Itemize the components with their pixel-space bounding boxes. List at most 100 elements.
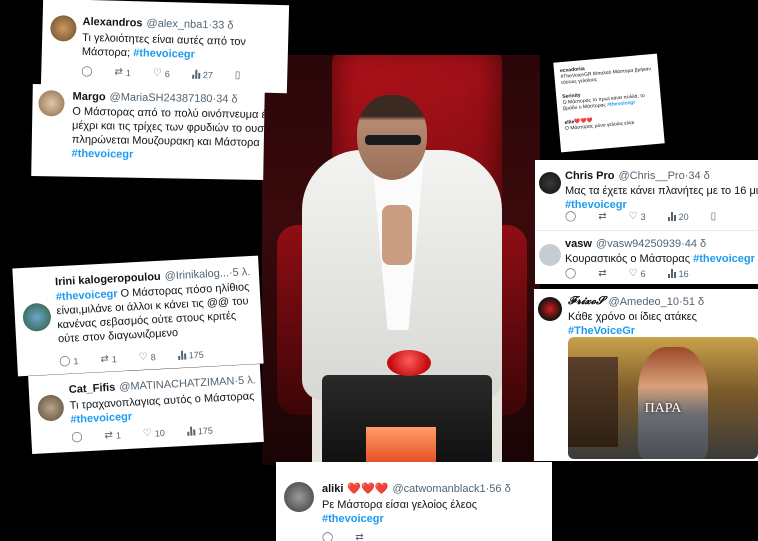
mini-screenshot: ecxadoriia #TheVoiceGR Μπαλαό Μάστορα βρ… bbox=[553, 53, 665, 153]
author-name[interactable]: Margo bbox=[73, 91, 106, 104]
timestamp[interactable]: 5 λ. bbox=[232, 266, 250, 279]
sunglasses bbox=[365, 135, 421, 145]
author-handle[interactable]: @Chris__Pro bbox=[619, 170, 685, 182]
author-name[interactable]: Chris Pro bbox=[565, 170, 615, 182]
avatar bbox=[50, 14, 77, 42]
tweet-text: Ρε Μάστορα είσαι γελοίος έλεος bbox=[322, 499, 478, 511]
author-handle[interactable]: @MariaSH24387180 bbox=[109, 91, 212, 105]
tweet-panel: Chris Pro @Chris__Pro · 34 δ Μας τα έχετε… bbox=[535, 160, 758, 284]
repost-button[interactable]: ⇄ 1 bbox=[104, 429, 121, 441]
tweet-text: Ο Μάστορας από το πολύ οινόπνευμα έχει κ… bbox=[71, 105, 265, 149]
views-button[interactable]: 16 bbox=[667, 269, 689, 279]
heart-icon: ♡ bbox=[142, 427, 153, 440]
repost-button[interactable]: ⇄ bbox=[598, 211, 606, 222]
repost-button[interactable]: ⇄ bbox=[355, 532, 363, 541]
views-button[interactable]: 175 bbox=[186, 425, 213, 436]
timestamp[interactable]: 44 δ bbox=[685, 238, 706, 250]
avatar bbox=[38, 90, 65, 117]
like-button[interactable]: ♡ 3 bbox=[629, 211, 646, 222]
timestamp[interactable]: 51 δ bbox=[683, 296, 704, 308]
author-handle[interactable]: @alex_nba1 bbox=[146, 18, 208, 32]
reply-button[interactable]: ◯ 1 bbox=[58, 355, 79, 368]
hashtag[interactable]: #thevoicegr bbox=[693, 253, 755, 265]
tweet-card[interactable]: vasw @vasw94250939 · 44 δ Κουραστικός ο Μ… bbox=[565, 238, 758, 266]
reply-icon: ◯ bbox=[565, 268, 577, 279]
repost-icon: ⇄ bbox=[100, 353, 110, 366]
bookmark-icon: ▯ bbox=[234, 69, 241, 81]
tweet-card[interactable]: Cat_Fifis @MATINACHATZIMAN · 5 λ. Τι τραχ… bbox=[28, 363, 264, 455]
repost-icon: ⇄ bbox=[104, 429, 114, 442]
repost-icon: ⇄ bbox=[598, 268, 607, 279]
bookmark-button[interactable]: ▯ bbox=[235, 70, 241, 81]
bookmark-button[interactable]: ▯ bbox=[711, 211, 717, 222]
views-button[interactable]: 27 bbox=[191, 69, 213, 80]
tweet-card[interactable]: Alexandros @alex_nba1 · 33 δ Τι γελοιότητ… bbox=[40, 0, 290, 94]
reply-icon: ◯ bbox=[81, 65, 93, 78]
tweet-card[interactable]: aliki ❤️❤️❤️ @catwomanblack1 · 56 δ Ρε Μάσ… bbox=[276, 462, 552, 541]
timestamp[interactable]: 34 δ bbox=[688, 170, 709, 182]
avatar bbox=[284, 482, 314, 512]
hashtag[interactable]: #thevoicegr bbox=[70, 411, 132, 426]
views-button[interactable]: 20 bbox=[667, 212, 689, 222]
tweet-card[interactable]: Irini kalogeropoulou @Irinikalog... · 5 λ… bbox=[12, 255, 264, 377]
author-handle[interactable]: @catwomanblack1 bbox=[393, 483, 486, 495]
author-handle[interactable]: @vasw94250939 bbox=[596, 238, 681, 250]
hashtag[interactable]: #thevoicegr bbox=[322, 513, 384, 525]
timestamp[interactable]: 34 δ bbox=[216, 93, 238, 105]
repost-button[interactable]: ⇄ 1 bbox=[114, 67, 131, 78]
reply-button[interactable]: ◯ bbox=[71, 431, 83, 443]
like-button[interactable]: ♡ 10 bbox=[142, 427, 166, 440]
reply-button[interactable]: ◯ bbox=[565, 268, 576, 279]
like-button[interactable]: ♡ 6 bbox=[153, 68, 170, 79]
gif-media[interactable]: ΠΑΡΑ bbox=[568, 337, 758, 459]
gif-caption: ΠΑΡΑ bbox=[644, 401, 682, 416]
repost-icon: ⇄ bbox=[355, 532, 364, 541]
tweet-text: Κουραστικός ο Μάστορας bbox=[565, 253, 691, 265]
repost-button[interactable]: ⇄ 1 bbox=[100, 353, 117, 365]
hashtag[interactable]: #thevoicegr bbox=[133, 47, 195, 61]
views-icon bbox=[667, 212, 676, 221]
heart-icon: ♡ bbox=[152, 67, 163, 79]
author-handle[interactable]: @Irinikalog... bbox=[164, 267, 229, 282]
coach-chest bbox=[382, 205, 412, 265]
author-name[interactable]: Alexandros bbox=[82, 16, 142, 30]
reply-button[interactable]: ◯ bbox=[81, 66, 92, 77]
avatar bbox=[539, 172, 561, 194]
like-button[interactable]: ♡ 6 bbox=[629, 268, 646, 279]
heart-icon: ♡ bbox=[138, 351, 149, 364]
author-name[interactable]: Cat_Fifis bbox=[69, 382, 116, 396]
author-name[interactable]: aliki bbox=[322, 483, 343, 495]
tweet-text: Κάθε χρόνο οι ίδιες ατάκες bbox=[568, 311, 697, 323]
contestant-photo bbox=[262, 55, 540, 465]
repost-button[interactable]: ⇄ bbox=[598, 268, 606, 279]
reply-button[interactable]: ◯ bbox=[322, 532, 333, 541]
heart-icon: ♡ bbox=[628, 211, 638, 222]
timestamp[interactable]: 56 δ bbox=[489, 483, 510, 495]
hashtag[interactable]: #TheVoiceGr bbox=[568, 325, 635, 337]
tweet-card[interactable]: 𝓕𝓻𝓲𝔁𝓸𝓢 @Amedeo_10 · 51 δ Κάθε χρόνο οι ίδ… bbox=[534, 289, 758, 461]
author-name[interactable]: 𝓕𝓻𝓲𝔁𝓸𝓢 bbox=[568, 295, 605, 308]
tweet-card[interactable]: Margo @MariaSH24387180 · 34 δ Ο Μάστορας … bbox=[31, 83, 265, 181]
author-name[interactable]: vasw bbox=[565, 238, 592, 250]
views-icon bbox=[667, 269, 676, 278]
avatar bbox=[539, 244, 561, 266]
reply-icon: ◯ bbox=[58, 355, 71, 368]
views-icon bbox=[186, 426, 196, 436]
timestamp[interactable]: 33 δ bbox=[212, 19, 234, 32]
reply-button[interactable]: ◯ bbox=[565, 211, 576, 222]
divider bbox=[535, 230, 758, 231]
hashtag[interactable]: #thevoicegr bbox=[56, 288, 118, 303]
hashtag[interactable]: #thevoicegr bbox=[565, 199, 627, 211]
reply-icon: ◯ bbox=[565, 211, 577, 222]
reply-icon: ◯ bbox=[322, 532, 334, 541]
tweet-text: Μας τα έχετε κάνει πλανήτες με το 16 μισ… bbox=[565, 185, 758, 197]
tweet-card[interactable]: Chris Pro @Chris__Pro · 34 δ Μας τα έχετε… bbox=[565, 170, 758, 212]
like-button[interactable]: ♡ 8 bbox=[139, 351, 157, 363]
views-icon bbox=[191, 69, 200, 79]
views-button[interactable]: 175 bbox=[177, 349, 204, 360]
avatar bbox=[538, 297, 562, 321]
hashtag[interactable]: #thevoicegr bbox=[72, 148, 134, 161]
views-icon bbox=[177, 350, 186, 360]
author-handle[interactable]: @Amedeo_10 bbox=[609, 296, 680, 308]
timestamp[interactable]: 5 λ. bbox=[238, 374, 256, 387]
